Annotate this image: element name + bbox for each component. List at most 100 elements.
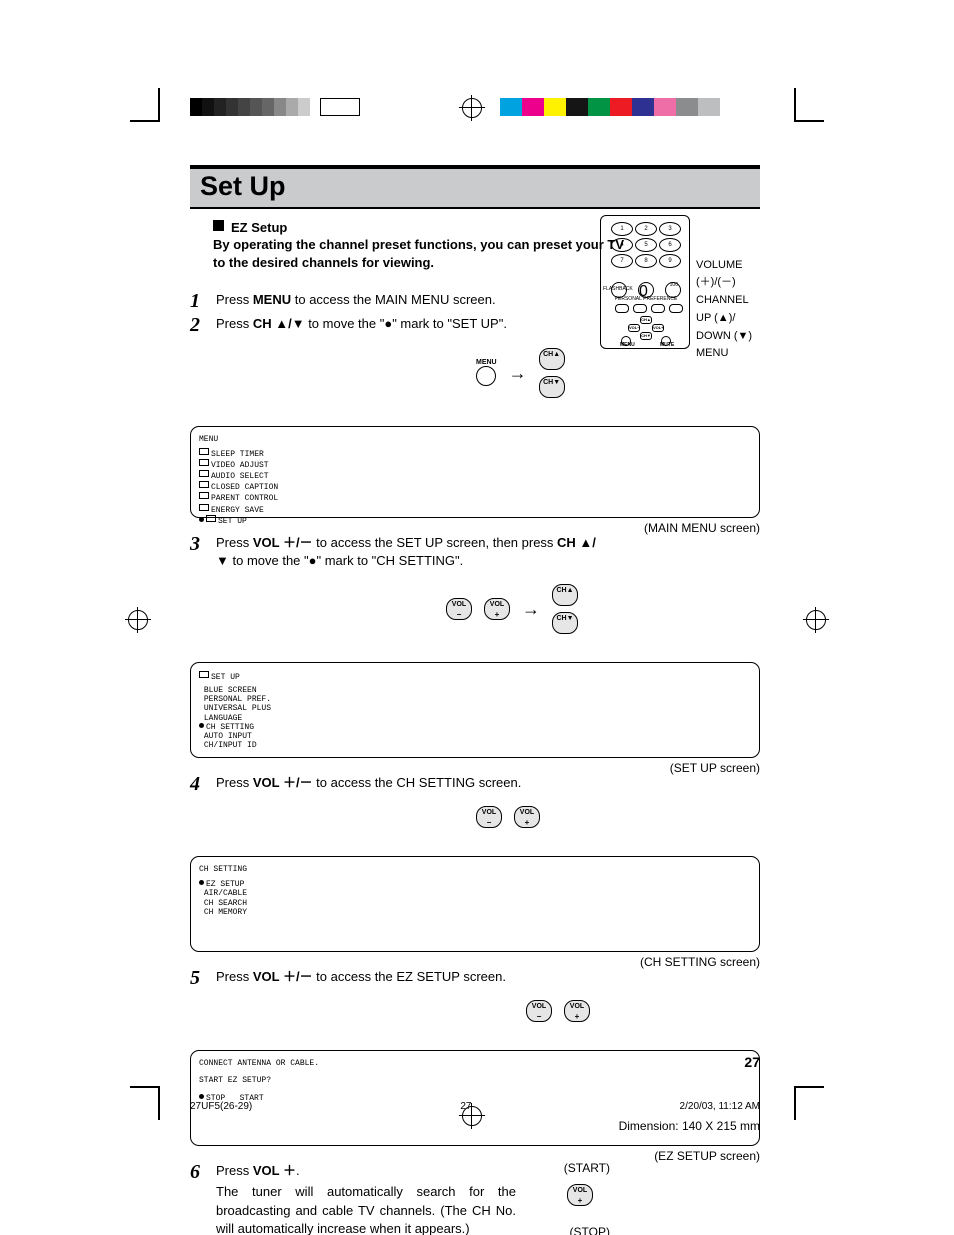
step-text: Press — [216, 969, 253, 984]
menu-item: PERSONAL PREF. — [199, 695, 751, 704]
menu-item: BLUE SCREEN — [199, 686, 751, 695]
vol-minus-key: VOL− — [446, 598, 472, 620]
footer-file: 27UF5(26-29) — [190, 1100, 252, 1113]
step-5: 5 Press VOL ＋/－ to access the EZ SETUP s… — [190, 968, 760, 1022]
setup-screen: SET UP BLUE SCREEN PERSONAL PREF. UNIVER… — [190, 662, 760, 774]
menu-item: CH MEMORY — [199, 908, 751, 917]
step-text: Press — [216, 1163, 253, 1178]
step-bold: VOL ＋/－ — [253, 775, 313, 790]
ch-up-key: CH▲ — [552, 584, 578, 606]
step-text: to access the SET UP screen, then press — [313, 535, 557, 550]
circle-icon — [476, 366, 496, 386]
step-3-wrap: 3 Press VOL ＋/－ to access the SET UP scr… — [190, 534, 760, 774]
step-number: 6 — [190, 1162, 216, 1182]
registration-mark-left — [128, 610, 148, 630]
screen-box: MENU SLEEP TIMER VIDEO ADJUST AUDIO SELE… — [190, 426, 760, 518]
step-text: Press — [216, 535, 253, 550]
start-label: (START) — [550, 1162, 610, 1174]
crop-mark-tr — [794, 88, 824, 122]
step-number: 4 — [190, 774, 216, 794]
menu-item: AUTO INPUT — [199, 732, 751, 741]
title-bar: Set Up — [190, 165, 760, 209]
step-text: Press — [216, 775, 253, 790]
vol-plus-key: VOL+ — [567, 1184, 593, 1206]
key-100-label: 100 — [670, 283, 678, 288]
key-3: 3 — [659, 222, 681, 236]
menu-item: VIDEO ADJUST — [199, 459, 751, 470]
step-number: 1 — [190, 291, 216, 311]
menu-key-label: MENU — [476, 359, 497, 366]
number-pad: 1 2 3 4 5 6 7 8 9 — [611, 222, 681, 284]
vol-plus-key: VOL+ — [564, 1000, 590, 1022]
crop-mark-br — [794, 1086, 824, 1120]
ch-keys: CH▲ CH▼ — [539, 348, 565, 398]
step-number: 2 — [190, 315, 216, 335]
ch-down-key: CH▼ — [552, 612, 578, 634]
step-3: 3 Press VOL ＋/－ to access the SET UP scr… — [190, 534, 760, 634]
step-6-wrap: 6 Press VOL ＋. The tuner will automatica… — [190, 1162, 760, 1235]
callout-volume-sym: (＋)/(－) — [696, 276, 766, 290]
page-number: 27 — [744, 1055, 760, 1069]
step-1: 1 Press MENU to access the MAIN MENU scr… — [190, 291, 760, 311]
start-stop-labels: (START) VOL+ (STOP) VOL− — [550, 1162, 610, 1235]
gray-ramp — [190, 98, 360, 116]
screen-label: (CH SETTING screen) — [190, 956, 760, 968]
key-7: 7 — [611, 254, 633, 268]
footer-line: 27UF5(26-29) 27 2/20/03, 11:12 AM — [190, 1100, 760, 1113]
screen-line: CONNECT ANTENNA OR CABLE. — [199, 1059, 751, 1068]
footer-page: 27 — [460, 1100, 471, 1113]
step-number: 3 — [190, 534, 216, 554]
content: Set Up EZ Setup By operating the channel… — [190, 165, 760, 1235]
step-text: Press — [216, 292, 253, 307]
section-header-text: EZ Setup — [231, 220, 287, 235]
menu-item: UNIVERSAL PLUS — [199, 704, 751, 713]
menu-item: ENERGY SAVE — [199, 504, 751, 515]
vol-minus-key: VOL− — [476, 806, 502, 828]
step-number: 5 — [190, 968, 216, 988]
step-text: Press — [216, 316, 253, 331]
key-2: 2 — [635, 222, 657, 236]
ch-down-key: CH▼ — [539, 376, 565, 398]
screen-box: CH SETTING EZ SETUP AIR/CABLE CH SEARCH … — [190, 856, 760, 952]
step-body: Press VOL ＋. The tuner will automaticall… — [216, 1162, 516, 1235]
menu-item: LANGUAGE — [199, 714, 751, 723]
screen-line: START EZ SETUP? — [199, 1076, 751, 1085]
screen-label: (SET UP screen) — [190, 762, 760, 774]
crop-mark-bl — [130, 1086, 160, 1120]
arrow-icon: → — [522, 600, 540, 618]
callout-volume: VOLUME — [696, 259, 766, 273]
ch-keys: CH▲ CH▼ — [552, 584, 578, 634]
screen-title: CH SETTING — [199, 865, 751, 874]
page: Set Up EZ Setup By operating the channel… — [0, 0, 954, 1235]
step-body: Press VOL ＋/－ to access the SET UP scree… — [216, 534, 606, 634]
screen-label: (EZ SETUP screen) — [190, 1150, 760, 1162]
menu-item: AUDIO SELECT — [199, 470, 751, 481]
vol-minus-key: VOL− — [526, 1000, 552, 1022]
vol-plus-key: VOL+ — [514, 806, 540, 828]
key-diagram-vol: VOL− VOL+ — [216, 806, 760, 828]
menu-item: CLOSED CAPTION — [199, 481, 751, 492]
page-title: Set Up — [200, 171, 286, 201]
registration-mark-top — [462, 98, 482, 118]
step-body: Press CH ▲/▼ to move the "●" mark to "SE… — [216, 315, 760, 397]
steps-1-2-wrap: 1 Press MENU to access the MAIN MENU scr… — [190, 291, 760, 533]
step-body: Press MENU to access the MAIN MENU scree… — [216, 291, 760, 309]
section-ez-setup: EZ Setup By operating the channel preset… — [190, 219, 760, 272]
key-diagram-vol-ch: VOL− VOL+ → CH▲ CH▼ — [216, 584, 606, 634]
step-bold: MENU — [253, 292, 291, 307]
step-6: 6 Press VOL ＋. The tuner will automatica… — [190, 1162, 760, 1235]
menu-item: SLEEP TIMER — [199, 448, 751, 459]
ch-up-key: CH▲ — [539, 348, 565, 370]
step-list: 1 Press MENU to access the MAIN MENU scr… — [190, 291, 760, 1235]
step-text: . — [296, 1163, 300, 1178]
vol-plus-key: VOL+ — [484, 598, 510, 620]
ch-setting-screen: CH SETTING EZ SETUP AIR/CABLE CH SEARCH … — [190, 856, 760, 968]
step-bold: VOL ＋/－ — [253, 969, 313, 984]
step-2: 2 Press CH ▲/▼ to move the "●" mark to "… — [190, 315, 760, 397]
main-menu-screen: MENU SLEEP TIMER VIDEO ADJUST AUDIO SELE… — [190, 426, 760, 534]
step-para: The tuner will automatically search for … — [216, 1183, 516, 1235]
step-body: Press VOL ＋/－ to access the CH SETTING s… — [216, 774, 760, 828]
color-swatches — [500, 98, 720, 116]
step-text: to move the "●" mark to "CH SETTING". — [229, 553, 463, 568]
menu-item: CH SEARCH — [199, 899, 751, 908]
